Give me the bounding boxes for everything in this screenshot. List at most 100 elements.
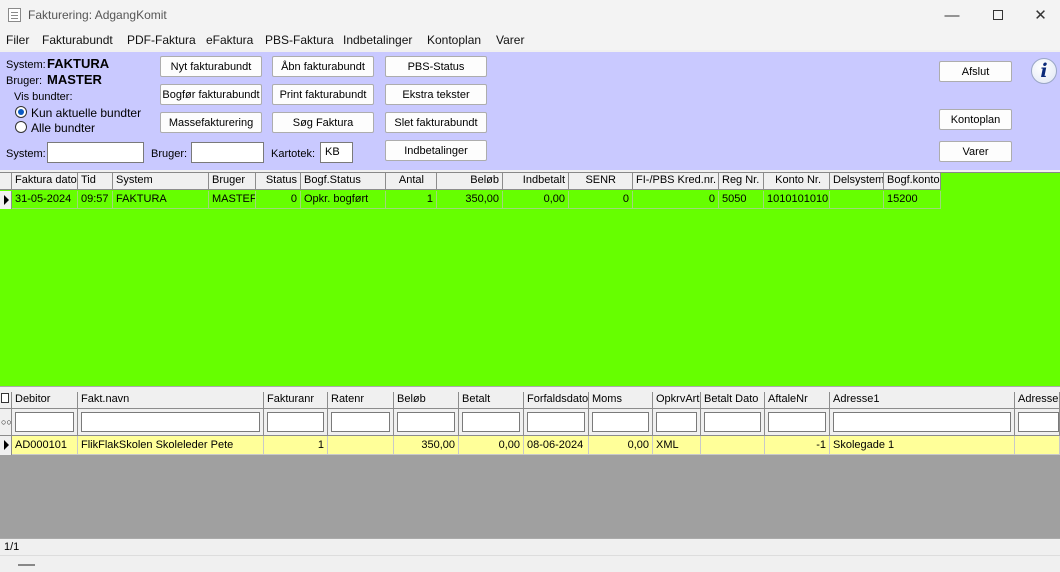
filter-input-adresse1[interactable]: [833, 412, 1011, 432]
grid1-header[interactable]: Antal: [386, 173, 437, 190]
grid1-cell[interactable]: MASTEF: [209, 191, 256, 209]
grid1-cell[interactable]: 0,00: [503, 191, 569, 209]
filter-bruger-input[interactable]: [191, 142, 264, 163]
grid2-header[interactable]: Forfaldsdato: [524, 392, 589, 409]
grid2-cell[interactable]: AD000101: [12, 436, 78, 455]
filter-system-input[interactable]: [47, 142, 144, 163]
filter-input-debitor[interactable]: [15, 412, 74, 432]
sog-faktura-button[interactable]: Søg Faktura: [272, 112, 374, 133]
massefakturering-button[interactable]: Massefakturering: [160, 112, 262, 133]
grid2-header[interactable]: Ratenr: [328, 392, 394, 409]
grid2-header[interactable]: Betalt Dato: [701, 392, 765, 409]
grid1-cell[interactable]: 0: [256, 191, 301, 209]
filter-input-opkrvart[interactable]: [656, 412, 697, 432]
filter-input-adresse2[interactable]: [1018, 412, 1059, 432]
indbetalinger-button[interactable]: Indbetalinger: [385, 140, 487, 161]
grid2-header[interactable]: AftaleNr: [765, 392, 830, 409]
close-button[interactable]: ✕: [1021, 0, 1060, 30]
menu-varer[interactable]: Varer: [496, 33, 524, 47]
grid1-cell[interactable]: 5050: [719, 191, 764, 209]
grid1-header[interactable]: Faktura dato: [12, 173, 78, 190]
info-icon[interactable]: i: [1031, 58, 1057, 84]
menu-efaktura[interactable]: eFaktura: [206, 33, 253, 47]
grid1-header[interactable]: Bogf.Status: [301, 173, 386, 190]
grid2-corner[interactable]: [0, 392, 12, 409]
grid1-cell[interactable]: 1: [386, 191, 437, 209]
grid2-header[interactable]: Adresse2: [1015, 392, 1060, 409]
grid1-cell[interactable]: 15200: [884, 191, 941, 209]
radio-alle-bundter[interactable]: [15, 121, 27, 133]
grid2-header[interactable]: Moms: [589, 392, 653, 409]
filter-input-fakturanr[interactable]: [267, 412, 324, 432]
menu-indbetalinger[interactable]: Indbetalinger: [343, 33, 412, 47]
grid2-cell[interactable]: FlikFlakSkolen Skoleleder Pete: [78, 436, 264, 455]
grid1-cell[interactable]: 31-05-2024: [12, 191, 78, 209]
maximize-button[interactable]: [975, 0, 1021, 30]
grid2-cell[interactable]: Skolegade 1: [830, 436, 1015, 455]
grid1-cell[interactable]: Opkr. bogført: [301, 191, 386, 209]
kartotek-input[interactable]: KB: [320, 142, 353, 163]
afslut-button[interactable]: Afslut: [939, 61, 1012, 82]
abn-fakturabundt-button[interactable]: Åbn fakturabundt: [272, 56, 374, 77]
grid1-header[interactable]: FI-/PBS Kred.nr.: [633, 173, 719, 190]
grid1-header[interactable]: Konto Nr.: [764, 173, 830, 190]
filter-input-fakt-navn[interactable]: [81, 412, 260, 432]
grid1-header[interactable]: Status: [256, 173, 301, 190]
menu-pdf-faktura[interactable]: PDF-Faktura: [127, 33, 196, 47]
grid2-header[interactable]: Beløb: [394, 392, 459, 409]
grid1-cell[interactable]: 1010101010: [764, 191, 830, 209]
grid1-header[interactable]: SENR: [569, 173, 633, 190]
grid2-cell[interactable]: 0,00: [589, 436, 653, 455]
grid2-row-indicator[interactable]: [0, 436, 12, 455]
grid1-cell[interactable]: [830, 191, 884, 209]
grid1-header[interactable]: System: [113, 173, 209, 190]
slet-fakturabundt-button[interactable]: Slet fakturabundt: [385, 112, 487, 133]
filter-input-betalt[interactable]: [462, 412, 520, 432]
menu-pbs-faktura[interactable]: PBS-Faktura: [265, 33, 334, 47]
grid1-cell[interactable]: 09:57: [78, 191, 113, 209]
grid2-cell[interactable]: 350,00: [394, 436, 459, 455]
filter-input-aftalenr[interactable]: [768, 412, 826, 432]
nyt-fakturabundt-button[interactable]: Nyt fakturabundt: [160, 56, 262, 77]
grid2-header[interactable]: Betalt: [459, 392, 524, 409]
menu-kontoplan[interactable]: Kontoplan: [427, 33, 481, 47]
grid1-cell[interactable]: 0: [569, 191, 633, 209]
varer-button[interactable]: Varer: [939, 141, 1012, 162]
grid1-header[interactable]: Delsystem: [830, 173, 884, 190]
bogfor-fakturabundt-button[interactable]: Bogfør fakturabundt: [160, 84, 262, 105]
filter-input-belob[interactable]: [397, 412, 455, 432]
grid1-row-indicator[interactable]: [0, 191, 12, 209]
kontoplan-button[interactable]: Kontoplan: [939, 109, 1012, 130]
grid2-cell[interactable]: 1: [264, 436, 328, 455]
grid1-cell[interactable]: 0: [633, 191, 719, 209]
grid2-header[interactable]: Fakturanr: [264, 392, 328, 409]
menu-filer[interactable]: Filer: [6, 33, 29, 47]
grid2-cell[interactable]: 0,00: [459, 436, 524, 455]
radio-kun-aktuelle[interactable]: [15, 106, 27, 118]
minimize-button[interactable]: —: [929, 0, 975, 30]
grid2-cell[interactable]: 08-06-2024: [524, 436, 589, 455]
grid2-header[interactable]: Fakt.navn: [78, 392, 264, 409]
grid2-header[interactable]: Debitor: [12, 392, 78, 409]
grid2-cell[interactable]: [701, 436, 765, 455]
filter-input-forfaldsdato[interactable]: [527, 412, 585, 432]
grid2-cell[interactable]: [1015, 436, 1060, 455]
pbs-status-button[interactable]: PBS-Status: [385, 56, 487, 77]
menu-fakturabundt[interactable]: Fakturabundt: [42, 33, 113, 47]
grid1-header[interactable]: Bogf.konto: [884, 173, 941, 190]
grid2-cell[interactable]: XML: [653, 436, 701, 455]
grid1-header[interactable]: Bruger: [209, 173, 256, 190]
grid1-header[interactable]: Reg Nr.: [719, 173, 764, 190]
grid2-cell[interactable]: -1: [765, 436, 830, 455]
grid1-cell[interactable]: 350,00: [437, 191, 503, 209]
grid1-header[interactable]: Indbetalt: [503, 173, 569, 190]
filter-input-ratenr[interactable]: [331, 412, 390, 432]
filter-input-moms[interactable]: [592, 412, 649, 432]
grid2-cell[interactable]: [328, 436, 394, 455]
filter-input-betalt-dato[interactable]: [704, 412, 761, 432]
ekstra-tekster-button[interactable]: Ekstra tekster: [385, 84, 487, 105]
grid1-header[interactable]: Tid: [78, 173, 113, 190]
grid2-header[interactable]: Adresse1: [830, 392, 1015, 409]
print-fakturabundt-button[interactable]: Print fakturabundt: [272, 84, 374, 105]
grid1-header[interactable]: Beløb: [437, 173, 503, 190]
